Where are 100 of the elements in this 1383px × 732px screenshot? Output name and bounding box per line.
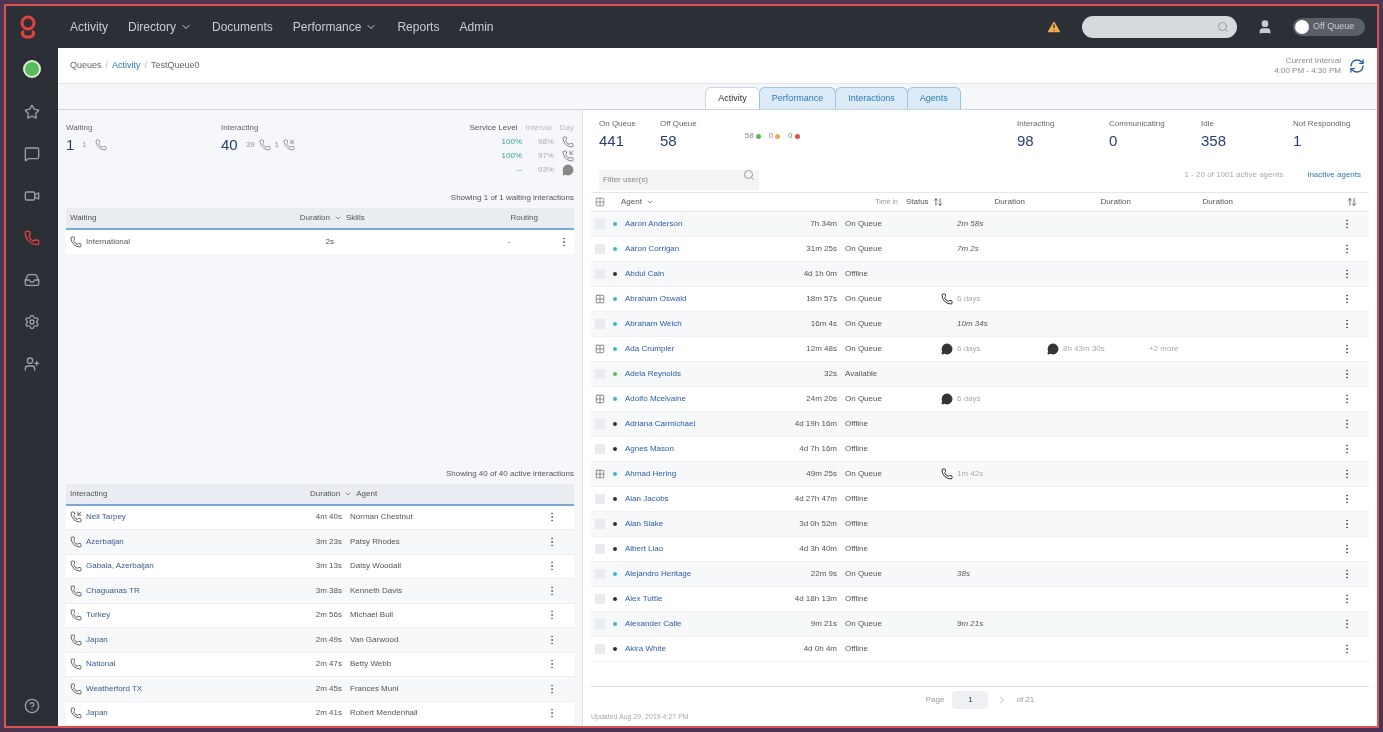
stat-label: Communicating [1109,118,1166,130]
refresh-icon[interactable] [1349,57,1365,74]
column-header[interactable]: Agent [621,196,642,208]
table-cell-text: Patsy Rhodes [350,535,401,548]
agent-link[interactable]: Ahmad Hering [625,468,775,480]
nav-link[interactable]: Documents [212,18,273,36]
column-header[interactable]: Status [905,196,929,208]
nav-link[interactable]: Performance [292,18,378,36]
warning-icon[interactable] [1046,19,1062,35]
nav-link[interactable]: Directory [128,18,193,36]
breadcrumb-separator: / [105,58,109,72]
table-cell-text: Gabala, Azerbaijan [86,560,155,573]
agent-link[interactable]: Aaron Anderson [625,218,775,230]
column-header[interactable]: Waiting [70,212,260,224]
nav-link[interactable]: Admin [459,18,494,36]
agent-link[interactable]: Alan Jacobs [625,493,775,505]
table-cell-text: Offline [845,518,869,530]
day-value: 98% [537,136,554,148]
table-cell-text: 3m 38s [314,584,342,597]
tab[interactable]: Interactions [835,87,908,109]
column-header[interactable]: Duration [260,212,330,224]
nav-link[interactable]: Activity [70,18,108,36]
agent-link[interactable]: Adolfo Mcelvaine [625,393,775,405]
table-cell-text: Daisy Woodall [350,560,402,573]
table-cell-text: On Queue [845,468,883,480]
column-header[interactable]: Duration [310,487,341,500]
settings-icon[interactable] [24,314,40,330]
table-cell-text: Offline [845,493,869,505]
table-cell-text: 7h 34m [809,218,837,230]
phone-icon[interactable] [24,230,40,246]
table-cell-text: - [506,236,512,248]
expand-icon[interactable] [595,294,605,304]
agent-link[interactable]: Adela Reynolds [625,368,775,380]
agent-link[interactable]: Aaron Corrigan [625,243,775,255]
column-header[interactable]: Interacting [70,487,310,500]
column-settings-icon[interactable] [1347,197,1357,207]
table-cell-text: International [86,236,132,248]
add-user-icon[interactable] [24,356,40,372]
agent-link[interactable]: Akira White [625,643,775,655]
stat-value: 441 [599,131,626,151]
page-total: of 21 [1016,693,1035,706]
agent-link[interactable]: Agnes Mason [625,443,775,455]
video-icon[interactable] [24,188,40,204]
table-cell-text: 38s [956,568,970,580]
agent-link[interactable]: Abraham Welch [625,318,775,330]
table-cell-text: 3d 0h 52m [798,518,837,530]
table-cell-text: Neil Tarpey [86,511,127,524]
breadcrumb-link[interactable]: Activity [112,58,141,73]
expand-icon[interactable] [595,394,605,404]
table-cell-text: 2m 56s [314,609,342,622]
inbox-icon[interactable] [24,272,40,288]
agent-link[interactable]: Abraham Oswald [625,293,775,305]
filter-field[interactable]: Filter user(s) [599,169,759,190]
agent-link[interactable]: Adriana Carmichael [625,418,775,430]
agent-link[interactable]: Alex Tuttle [625,593,775,605]
search-icon [1217,21,1229,33]
chat-icon [562,164,574,176]
breadcrumb-separator: / [144,58,148,72]
agent-link[interactable]: Alejandro Heritage [625,568,775,580]
column-header[interactable]: Duration [1100,196,1203,208]
star-icon[interactable] [24,104,40,120]
column-header[interactable]: Agent [356,487,378,500]
agent-link[interactable]: Ada Crumpler [625,343,775,355]
column-header[interactable]: Skills [346,212,456,224]
expand-all-icon[interactable] [595,197,605,207]
column-header[interactable]: Duration [1202,196,1293,208]
agent-link[interactable]: Alan Slake [625,518,775,530]
table-cell-text: 2m 47s [314,658,342,671]
help-icon[interactable] [24,698,40,714]
table-cell-text: 4d 1h 0m [802,268,837,280]
table-cell-text: 3m 23s [314,535,342,548]
expand-icon[interactable] [595,469,605,479]
breadcrumb-link[interactable]: TestQueue0 [151,58,200,73]
column-header[interactable]: Routing [456,212,570,224]
chat-icon[interactable] [24,146,40,162]
phone-icon [258,139,271,152]
expand-icon[interactable] [595,344,605,354]
service-level-label: Service Level [469,122,518,134]
avatar[interactable] [23,60,41,78]
table-cell-text: 4d 27h 47m [793,493,837,505]
search-field[interactable] [1082,16,1237,38]
tab[interactable]: Activity [705,87,760,109]
status-toggle[interactable]: Off Queue [1293,18,1365,36]
agent-link[interactable]: Abdul Cain [625,268,775,280]
stat-value: 40 [221,135,238,155]
column-header[interactable]: Duration [994,196,1101,208]
breadcrumb-link[interactable]: Queues [70,58,102,73]
agent-link[interactable]: Albert Liao [625,543,775,555]
stat-label: Off Queue [659,118,697,130]
user-icon[interactable] [1257,19,1273,35]
page-field[interactable]: 1 [952,690,989,709]
nav-link[interactable]: Reports [397,18,440,36]
stat-label: Not Responding [1293,118,1352,130]
tab[interactable]: Performance [758,87,837,109]
table-cell-text: Japan [86,707,109,720]
tab[interactable]: Agents [906,87,961,109]
table-cell-text: Van Garwood [350,633,400,646]
agent-link[interactable]: Alexander Calle [625,618,775,630]
table-cell-text: Offline [845,418,869,430]
stat-label: On Queue [599,118,636,130]
